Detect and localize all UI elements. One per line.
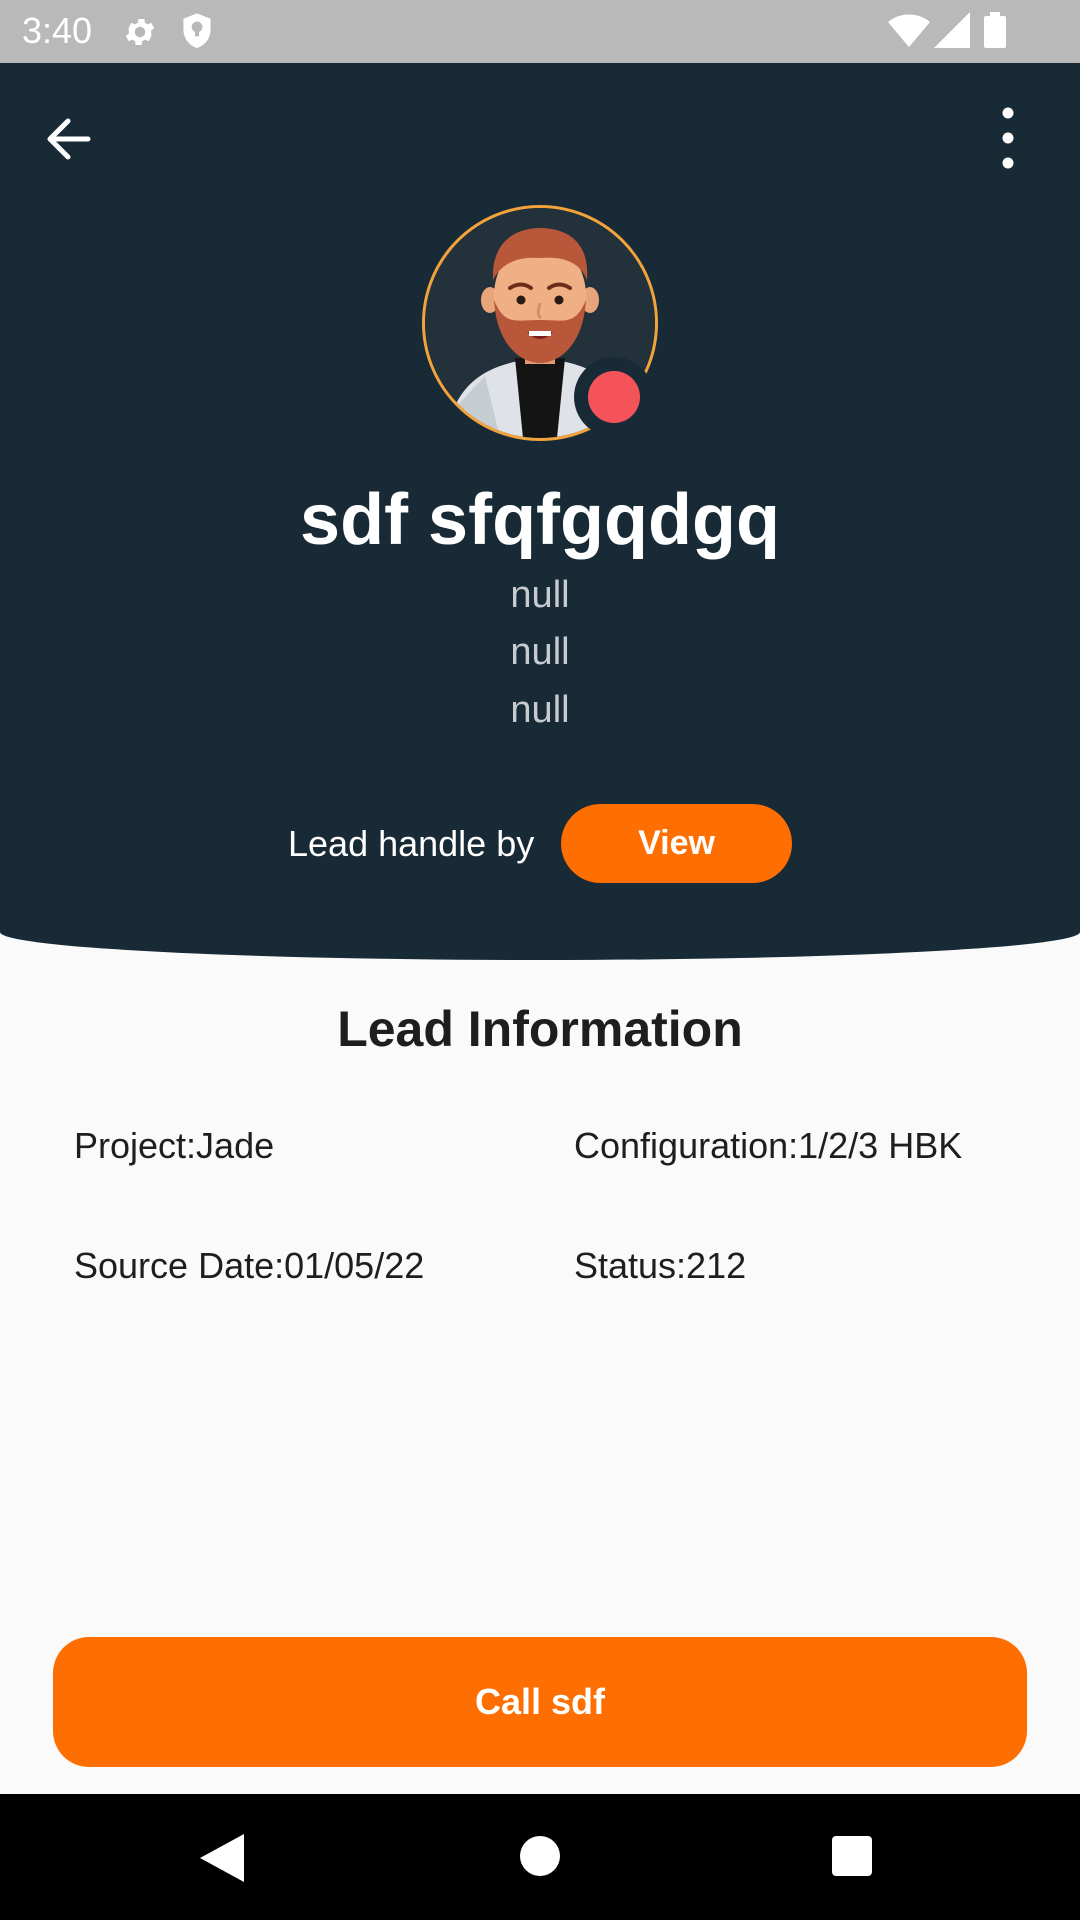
view-button[interactable]: View (561, 804, 792, 883)
back-arrow-icon[interactable] (40, 109, 100, 169)
lead-handle-label: Lead handle by (288, 823, 535, 864)
battery-icon (984, 12, 1006, 48)
status-info: Status:212 (574, 1245, 747, 1286)
shield-icon (183, 13, 211, 48)
nav-home-icon[interactable] (520, 1836, 560, 1876)
status-dot (588, 371, 640, 423)
configuration-info: Configuration:1/2/3 HBK (574, 1125, 963, 1166)
project-info: Project:Jade (74, 1125, 275, 1166)
more-vertical-icon[interactable] (978, 103, 1038, 173)
gear-icon (125, 18, 155, 46)
signal-icon (934, 12, 970, 48)
lead-meta-line-1: null (510, 574, 570, 616)
nav-recents-icon[interactable] (832, 1836, 872, 1876)
lead-meta-line-2: null (510, 631, 570, 673)
lead-information-title: Lead Information (337, 1001, 743, 1057)
status-bar: 3:40 (0, 0, 1080, 63)
lead-meta-line-3: null (510, 689, 570, 731)
lead-name: sdf sfqfgqdgq (300, 480, 780, 560)
status-time: 3:40 (22, 10, 93, 51)
nav-back-icon[interactable] (200, 1834, 244, 1882)
call-button[interactable]: Call sdf (53, 1637, 1027, 1767)
source-date-info: Source Date:01/05/22 (74, 1245, 425, 1286)
navigation-bar (0, 1794, 1080, 1920)
wifi-icon (888, 14, 930, 47)
profile-header: sdf sfqfgqdgq null null null Lead handle… (0, 63, 1080, 960)
